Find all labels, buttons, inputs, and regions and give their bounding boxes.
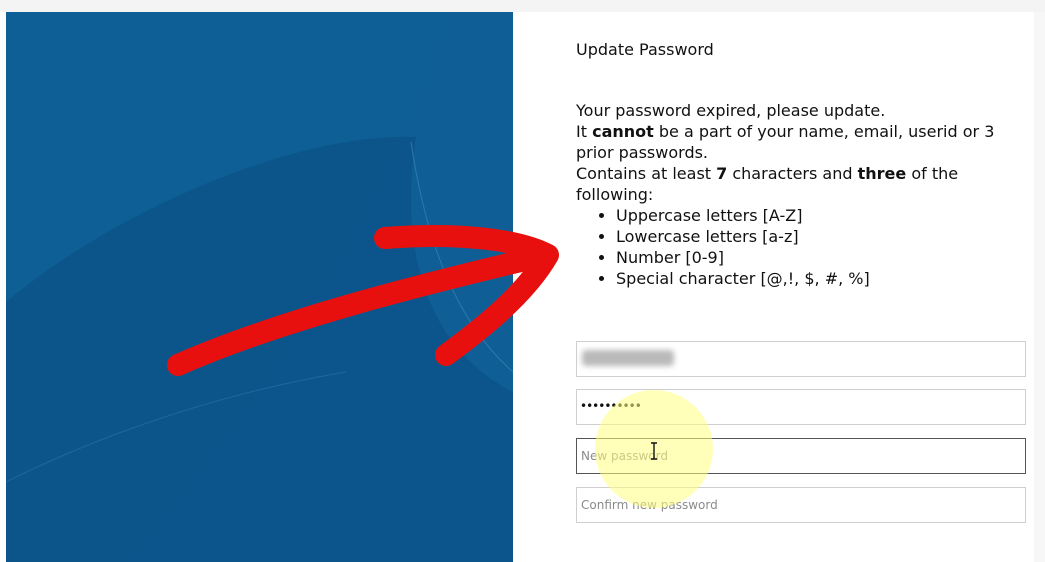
requirements-list: Uppercase letters [A-Z] Lowercase letter… xyxy=(576,205,1026,289)
update-password-screen: Update Password Your password expired, p… xyxy=(0,0,1045,562)
password-requirements: Your password expired, please update. It… xyxy=(576,100,1026,289)
right-edge xyxy=(1034,12,1045,562)
list-item: Uppercase letters [A-Z] xyxy=(616,205,1026,226)
confirm-password-field[interactable] xyxy=(576,487,1026,523)
hero-background-shapes xyxy=(6,12,513,562)
current-password-field[interactable] xyxy=(576,389,1026,425)
list-item: Number [0-9] xyxy=(616,247,1026,268)
rule-contains: Contains at least 7 characters and three… xyxy=(576,163,1026,205)
list-item: Special character [@,!, $, #, %] xyxy=(616,268,1026,289)
username-field[interactable] xyxy=(576,341,1026,377)
rule-cannot-bold: cannot xyxy=(592,122,654,141)
list-item: Lowercase letters [a-z] xyxy=(616,226,1026,247)
rule-cannot-prefix: It xyxy=(576,122,593,141)
rule-cannot: It cannot be a part of your name, email,… xyxy=(576,121,1026,163)
rule-contains-middle: characters and xyxy=(727,164,858,183)
hero-panel xyxy=(6,12,513,562)
new-password-field[interactable] xyxy=(576,438,1026,474)
rule-contains-three: three xyxy=(857,164,907,183)
top-strip xyxy=(0,0,1045,12)
expired-message: Your password expired, please update. xyxy=(576,101,886,120)
rule-contains-count: 7 xyxy=(716,164,728,183)
page-title: Update Password xyxy=(576,40,714,59)
rule-contains-prefix: Contains at least xyxy=(576,164,717,183)
